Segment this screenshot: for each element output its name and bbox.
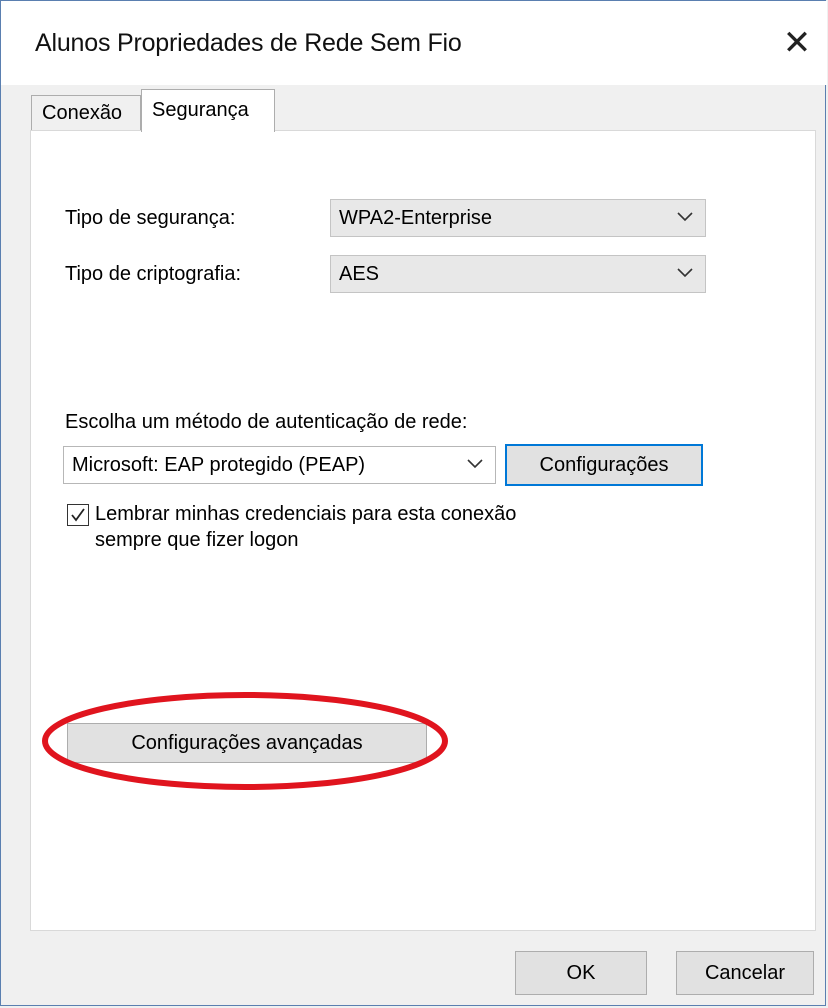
checkmark-icon [71,508,85,522]
close-icon: ✕ [782,24,812,62]
encryption-type-label: Tipo de criptografia: [65,263,242,285]
dialog-window: Alunos Propriedades de Rede Sem Fio ✕ Co… [0,0,827,1006]
remember-credentials-checkbox[interactable] [67,504,89,526]
auth-settings-button[interactable]: Configurações [505,444,703,486]
ok-button[interactable]: OK [515,951,647,995]
auth-method-value: Microsoft: EAP protegido (PEAP) [72,454,366,476]
encryption-type-select[interactable]: AES [330,255,706,293]
tab-conexao[interactable]: Conexão [31,95,141,131]
encryption-type-value: AES [339,263,380,285]
auth-method-label: Escolha um método de autenticação de red… [65,411,468,433]
chevron-down-icon [465,447,485,483]
cancel-button[interactable]: Cancelar [676,951,814,995]
advanced-settings-button[interactable]: Configurações avançadas [67,723,427,763]
auth-method-select[interactable]: Microsoft: EAP protegido (PEAP) [63,446,496,484]
security-type-label: Tipo de segurança: [65,207,236,229]
security-tab-panel: Tipo de segurança: WPA2-Enterprise Tipo … [30,130,816,931]
chevron-down-icon [675,256,695,292]
security-type-select[interactable]: WPA2-Enterprise [330,199,706,237]
security-type-value: WPA2-Enterprise [339,207,493,229]
title-bar[interactable]: Alunos Propriedades de Rede Sem Fio ✕ [1,1,827,85]
close-button[interactable]: ✕ [775,21,819,65]
remember-credentials-label-line1: Lembrar minhas credenciais para esta con… [95,503,517,525]
remember-credentials-label-line2: sempre que fizer logon [95,529,299,551]
tab-seguranca[interactable]: Segurança [141,89,275,132]
chevron-down-icon [675,200,695,236]
window-title: Alunos Propriedades de Rede Sem Fio [35,29,462,57]
